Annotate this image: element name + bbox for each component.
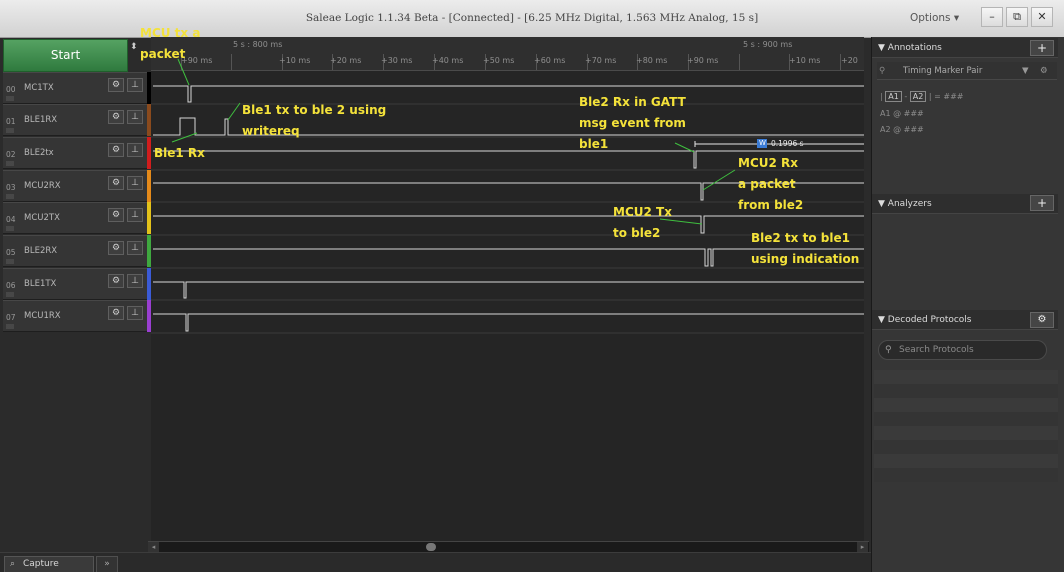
tab-capture-label: Capture [23, 559, 59, 569]
annotation-line: from ble2 [738, 198, 804, 212]
annotation-ble1-tx: Ble1 tx to ble 2 using writereq [242, 100, 386, 142]
scroll-thumb[interactable] [426, 543, 436, 551]
trace-ble1tx [153, 281, 864, 299]
right-panel: ▼ Annotations + ⚲ Timing Marker Pair ▼ ⚙… [871, 37, 1064, 572]
annotation-mcu2-rx: MCU2 Rx a packet from ble2 [738, 153, 803, 216]
a2-marker[interactable]: A2 [909, 91, 927, 102]
annotation-ble1-rx: Ble1 Rx [154, 143, 205, 164]
annotation-line: writereq [242, 124, 300, 138]
timing-marker-label: Timing Marker Pair [903, 66, 983, 76]
saleae-logic-window: Saleae Logic 1.1.34 Beta - [Connected] -… [0, 0, 1064, 572]
scroll-right-icon[interactable]: ▸ [857, 542, 868, 552]
scroll-left-icon[interactable]: ◂ [148, 542, 159, 552]
add-analyzer-button[interactable]: + [1030, 195, 1054, 211]
protocol-list-row [874, 370, 1058, 384]
protocol-list-row [874, 384, 1058, 398]
annotation-line: MCU2 Tx [613, 205, 672, 219]
pin-icon: ⚲ [879, 66, 886, 76]
decoded-protocols-title: Decoded Protocols [887, 315, 972, 325]
collapse-arrow-icon[interactable]: ▼ [878, 315, 888, 325]
annotation-line: MCU tx a [140, 26, 201, 40]
horizontal-scrollbar[interactable]: ◂ ▸ [148, 541, 869, 552]
analyzers-title: Analyzers [887, 199, 932, 209]
annotation-ble2-rx: Ble2 Rx in GATT msg event from ble1 [579, 92, 686, 155]
decoded-settings-gear-icon[interactable]: ⚙ [1030, 312, 1054, 328]
trace-mcu1rx [153, 313, 864, 332]
capture-icon: ⌕ [10, 559, 16, 569]
collapse-arrow-icon[interactable]: ▼ [878, 199, 888, 209]
a1-marker[interactable]: A1 [885, 91, 902, 102]
a1-position: A1 @ ### [880, 109, 924, 118]
annotation-line: Ble1 tx to ble 2 using [242, 103, 387, 117]
annotation-line: ble1 [579, 137, 609, 151]
measurement-badge-label: W [759, 139, 766, 147]
annotation-line: Ble2 tx to ble1 [751, 231, 850, 245]
more-tabs-button[interactable]: » [96, 556, 118, 572]
chevron-down-icon[interactable]: ▼ [1022, 62, 1029, 80]
protocol-list-row [874, 412, 1058, 426]
annotation-line: Ble2 Rx in GATT [579, 95, 686, 109]
add-annotation-button[interactable]: + [1030, 40, 1054, 56]
annotation-formula-value: | = ### [928, 92, 964, 101]
tab-capture[interactable]: ⌕ Capture [4, 556, 94, 572]
protocol-list-row [874, 454, 1058, 468]
annotation-line: msg event from [579, 116, 686, 130]
annotation-line: using indication [751, 252, 860, 266]
annotation-mcu-tx: MCU tx a packet [140, 23, 200, 65]
annotations-title: Annotations [887, 43, 942, 53]
search-protocols-input[interactable]: ⚲ Search Protocols [878, 340, 1047, 360]
annotation-line: MCU2 Rx [738, 156, 798, 170]
annotation-ble2-tx: Ble2 tx to ble1 using indication [751, 228, 859, 270]
annotation-line: Ble1 Rx [154, 146, 205, 160]
protocol-list-row [874, 426, 1058, 440]
annotation-mcu2-tx: MCU2 Tx to ble2 [613, 202, 672, 244]
search-icon: ⚲ [885, 345, 892, 355]
annotation-line: to ble2 [613, 226, 661, 240]
gear-icon[interactable]: ⚙ [1040, 62, 1048, 80]
bottom-tab-bar: ⌕ Capture » [0, 552, 871, 572]
timing-marker-select[interactable]: ⚲ Timing Marker Pair ▼ ⚙ [877, 62, 1057, 80]
a2-position: A2 @ ### [880, 125, 924, 134]
measurement-value: 0.1996 s [771, 139, 804, 148]
search-placeholder: Search Protocols [899, 345, 974, 355]
collapse-arrow-icon[interactable]: ▼ [878, 43, 888, 53]
protocol-list-row [874, 398, 1058, 412]
protocol-list-row [874, 440, 1058, 454]
annotation-line: packet [140, 47, 186, 61]
annotation-formula: | A1 - A2 | = ### [880, 91, 964, 102]
protocol-list-row [874, 468, 1058, 482]
annotation-line: a packet [738, 177, 796, 191]
